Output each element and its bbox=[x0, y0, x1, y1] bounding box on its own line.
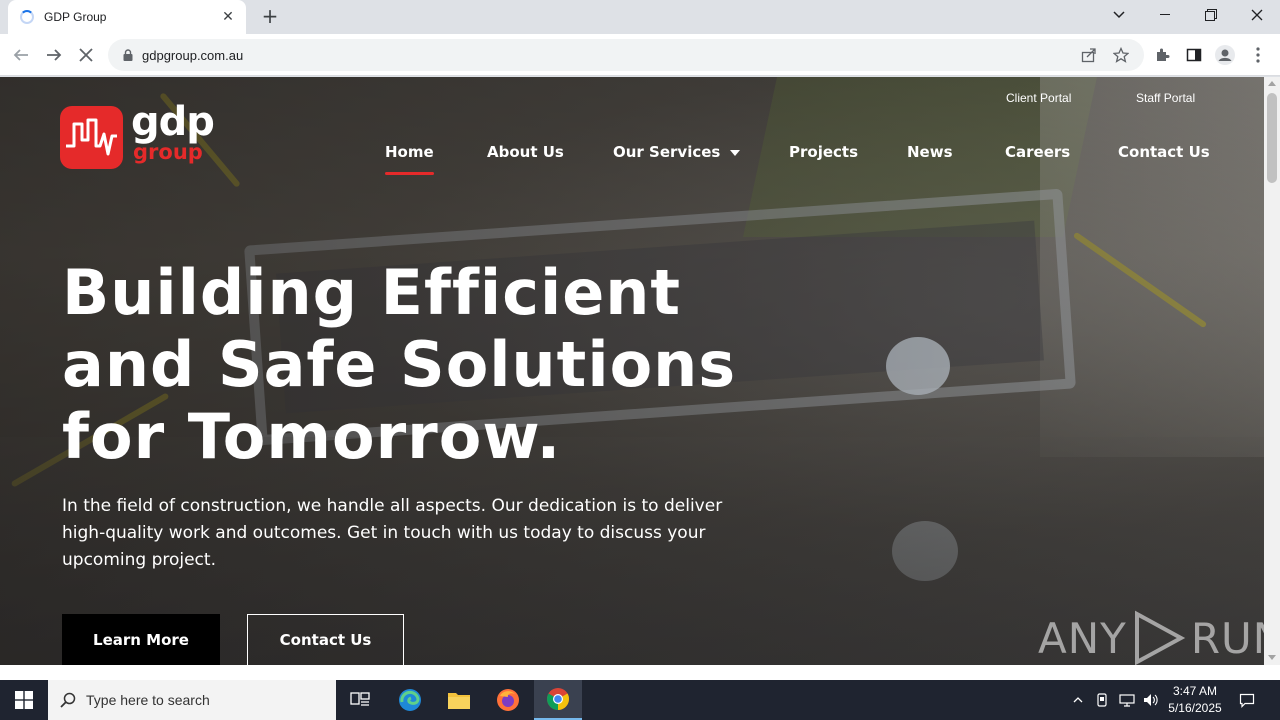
url-text[interactable]: gdpgroup.com.au bbox=[142, 48, 243, 63]
profile-avatar-icon[interactable] bbox=[1215, 45, 1235, 65]
gdp-logo-mark-icon bbox=[60, 106, 123, 169]
browser-toolbar: gdpgroup.com.au bbox=[0, 34, 1280, 76]
back-button[interactable] bbox=[8, 42, 34, 68]
hero-headline-line-2: and Safe Solutions bbox=[62, 328, 737, 401]
contact-us-button[interactable]: Contact Us bbox=[247, 614, 404, 665]
logo-subtext: group bbox=[133, 140, 203, 164]
nav-careers[interactable]: Careers bbox=[1005, 143, 1070, 161]
hero-description-line-2: high-quality work and outcomes. Get in t… bbox=[62, 523, 706, 543]
search-icon bbox=[60, 692, 76, 708]
hero-description-line-3: upcoming project. bbox=[62, 550, 216, 570]
nav-home[interactable]: Home bbox=[385, 143, 434, 175]
tab-close-icon[interactable]: ✕ bbox=[220, 9, 236, 25]
nav-our-services-label: Our Services bbox=[613, 143, 721, 161]
nav-our-services[interactable]: Our Services bbox=[613, 143, 741, 161]
nav-about-us[interactable]: About Us bbox=[487, 143, 564, 161]
firefox-icon[interactable] bbox=[484, 680, 532, 720]
clock-date: 5/16/2025 bbox=[1168, 701, 1222, 715]
extensions-icon[interactable] bbox=[1152, 45, 1172, 65]
taskbar-clock[interactable]: 3:47 AM 5/16/2025 bbox=[1160, 683, 1230, 717]
taskbar-search-box[interactable]: Type here to search bbox=[48, 680, 336, 720]
anyrun-watermark: ANY RUN bbox=[1038, 610, 1264, 665]
notifications-icon[interactable] bbox=[1236, 680, 1258, 720]
loading-spinner-icon bbox=[20, 10, 34, 24]
tab-search-icon[interactable] bbox=[1096, 0, 1142, 30]
dropdown-caret-icon bbox=[730, 149, 741, 156]
scroll-down-icon[interactable] bbox=[1268, 655, 1276, 660]
tray-device-icon[interactable] bbox=[1092, 680, 1112, 720]
watermark-right-text: RUN bbox=[1190, 613, 1264, 663]
nav-news[interactable]: News bbox=[907, 143, 953, 161]
clock-time: 3:47 AM bbox=[1172, 684, 1218, 698]
watermark-left-text: ANY bbox=[1038, 613, 1127, 663]
hero-description-line-1: In the field of construction, we handle … bbox=[62, 496, 723, 516]
page-bottom-strip bbox=[0, 665, 1280, 680]
browser-tab[interactable]: GDP Group ✕ bbox=[8, 0, 246, 34]
windows-start-icon[interactable] bbox=[0, 680, 48, 720]
forward-button[interactable] bbox=[41, 42, 67, 68]
page-viewport: gdp group Client Portal Staff Portal Hom… bbox=[0, 77, 1264, 665]
watermark-play-icon bbox=[1134, 610, 1185, 665]
vertical-scrollbar[interactable] bbox=[1264, 77, 1280, 665]
hero-headline-line-3: for Tomorrow. bbox=[62, 400, 562, 473]
scrollbar-thumb[interactable] bbox=[1267, 93, 1277, 183]
windows-taskbar: Type here to search 3:47 AM 5/16/2025 bbox=[0, 680, 1280, 720]
show-hidden-icons-chevron-icon[interactable] bbox=[1068, 680, 1088, 720]
browser-tab-strip: GDP Group ✕ + bbox=[0, 0, 1280, 34]
logo-wordmark: gdp bbox=[131, 99, 215, 145]
volume-icon[interactable] bbox=[1140, 680, 1162, 720]
nav-projects[interactable]: Projects bbox=[789, 143, 858, 161]
new-tab-button[interactable]: + bbox=[258, 5, 282, 29]
hero-headline: Building Efficient and Safe Solutions fo… bbox=[62, 257, 782, 473]
taskbar-search-placeholder[interactable]: Type here to search bbox=[86, 692, 210, 708]
close-window-button[interactable] bbox=[1234, 0, 1280, 30]
stop-loading-button[interactable] bbox=[73, 42, 99, 68]
client-portal-link[interactable]: Client Portal bbox=[1006, 91, 1071, 105]
bookmark-star-icon[interactable] bbox=[1112, 46, 1130, 64]
share-icon[interactable] bbox=[1080, 46, 1098, 64]
minimize-button[interactable] bbox=[1142, 0, 1188, 30]
learn-more-button[interactable]: Learn More bbox=[62, 614, 220, 665]
task-view-icon[interactable] bbox=[336, 680, 384, 720]
edge-browser-icon[interactable] bbox=[386, 680, 434, 720]
chrome-icon[interactable] bbox=[534, 680, 582, 720]
address-bar[interactable]: gdpgroup.com.au bbox=[108, 39, 1144, 71]
browser-menu-icon[interactable] bbox=[1248, 45, 1268, 65]
scroll-up-icon[interactable] bbox=[1268, 81, 1276, 86]
hero-headline-line-1: Building Efficient bbox=[62, 256, 682, 329]
network-icon[interactable] bbox=[1116, 680, 1138, 720]
file-explorer-icon[interactable] bbox=[435, 680, 483, 720]
lock-icon[interactable] bbox=[120, 47, 136, 63]
restore-button[interactable] bbox=[1188, 0, 1234, 30]
gdp-logo[interactable]: gdp group bbox=[60, 102, 215, 169]
side-panel-icon[interactable] bbox=[1184, 45, 1204, 65]
tab-title: GDP Group bbox=[44, 10, 107, 24]
hero-description: In the field of construction, we handle … bbox=[62, 493, 782, 574]
nav-contact-us[interactable]: Contact Us bbox=[1118, 143, 1210, 161]
staff-portal-link[interactable]: Staff Portal bbox=[1136, 91, 1195, 105]
